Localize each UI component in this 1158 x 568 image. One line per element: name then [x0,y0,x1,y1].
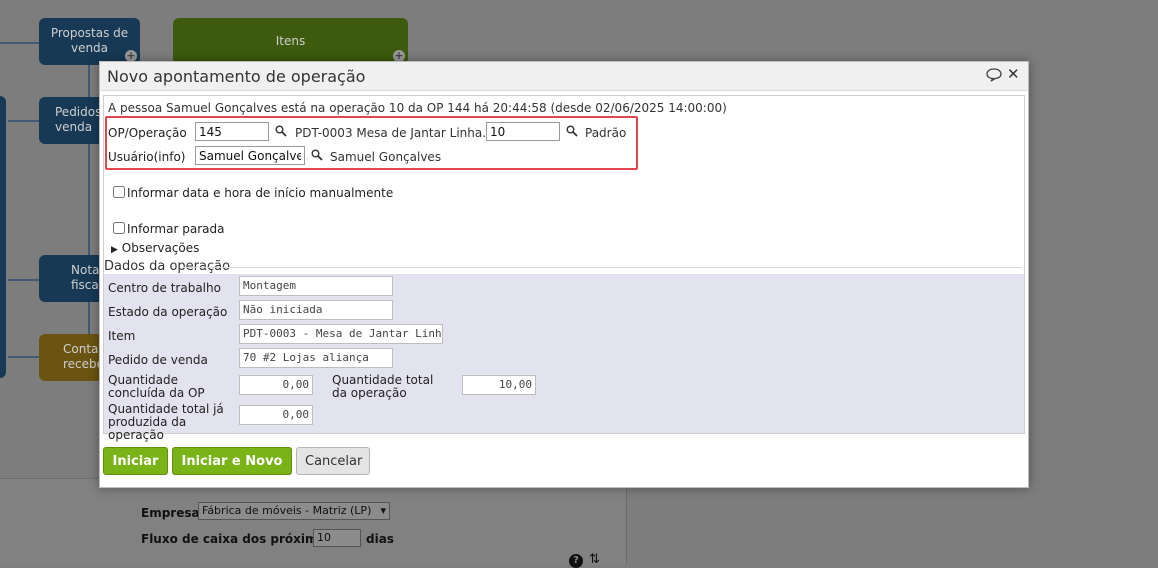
search-icon[interactable] [566,125,578,137]
pedido-field: 70 #2 Lojas aliança [239,348,393,368]
stop-label: Informar parada [127,222,225,236]
iniciar-button[interactable]: Iniciar [103,447,168,475]
flow-connector [8,120,40,122]
fluxo-days-input[interactable]: 10 [313,529,361,547]
flow-node-itens[interactable]: Itens + [173,18,408,65]
estado-label: Estado da operação [108,305,228,319]
cashflow-panel: Empresa Fábrica de móveis - Matriz (LP) … [0,478,627,568]
operation-input[interactable] [486,122,560,141]
qtd-concluida-field: 0,00 [239,375,313,395]
flow-node-label: Propostas de venda [50,26,129,55]
flow-connector [8,356,40,358]
qtd-total-label: Quantidade total da operação [332,373,434,400]
flow-connector [8,279,40,281]
dialog-title: Novo apontamento de operação [107,67,366,86]
fluxo-label: Fluxo de caixa dos próximos [141,532,333,546]
usuario-input[interactable] [195,146,305,165]
cancelar-button[interactable]: Cancelar [296,447,370,475]
stop-checkbox[interactable] [113,222,125,234]
op-input[interactable] [195,122,269,141]
operation-data-section: Centro de trabalho Montagem Estado da op… [104,274,1024,442]
empresa-select-value: Fábrica de móveis - Matriz (LP) [202,504,372,517]
chevron-down-icon: ▾ [380,504,386,517]
op-label: OP/Operação [108,126,187,140]
item-field: PDT-0003 - Mesa de Jantar Linha Ven [239,324,443,344]
manual-start-label: Informar data e hora de início manualmen… [127,186,394,200]
observations-toggle[interactable]: ▶ Observações [111,241,199,255]
flow-node-label: Itens [275,34,306,48]
qtd-produzida-label: Quantidade total já produzida da operaçã… [108,402,224,442]
new-operation-entry-dialog: Novo apontamento de operação ✕ A pessoa … [99,61,1029,488]
caret-right-icon: ▶ [111,245,118,255]
operation-description: Padrão [585,126,627,140]
usuario-description: Samuel Gonçalves [330,150,442,164]
iniciar-e-novo-button[interactable]: Iniciar e Novo [172,447,292,475]
flow-node-propostas[interactable]: Propostas de venda + [39,18,140,65]
qtd-concluida-label: Quantidade concluída da OP [108,373,205,400]
observations-label: Observações [121,241,200,255]
centro-label: Centro de trabalho [108,281,221,295]
usuario-label: Usuário(info) [108,150,186,164]
dialog-header: Novo apontamento de operação ✕ [100,62,1028,91]
item-label: Item [108,329,136,343]
pedido-label: Pedido de venda [108,353,208,367]
help-icon[interactable]: ? [569,554,583,568]
chat-icon[interactable] [986,68,1002,82]
qtd-total-field: 10,00 [462,375,536,395]
estado-field: Não iniciada [239,300,393,320]
op-description: PDT-0003 Mesa de Jantar Linha... [295,126,494,140]
manual-start-checkbox[interactable] [113,186,125,198]
dialog-body: A pessoa Samuel Gonçalves está na operaç… [103,95,1025,442]
section-divider [182,267,1022,268]
refresh-icon[interactable]: ⇅ [589,552,600,567]
search-icon[interactable] [275,125,287,137]
empresa-label: Empresa [141,506,200,520]
current-operation-info: A pessoa Samuel Gonçalves está na operaç… [108,101,727,115]
fluxo-unit: dias [366,532,394,546]
centro-field: Montagem [239,276,393,296]
empresa-select[interactable]: Fábrica de móveis - Matriz (LP) ▾ [198,502,390,520]
search-icon[interactable] [311,149,323,161]
qtd-produzida-field: 0,00 [239,405,313,425]
close-icon[interactable]: ✕ [1007,65,1020,83]
flow-left-bar [0,96,6,378]
flow-connector [0,42,40,44]
